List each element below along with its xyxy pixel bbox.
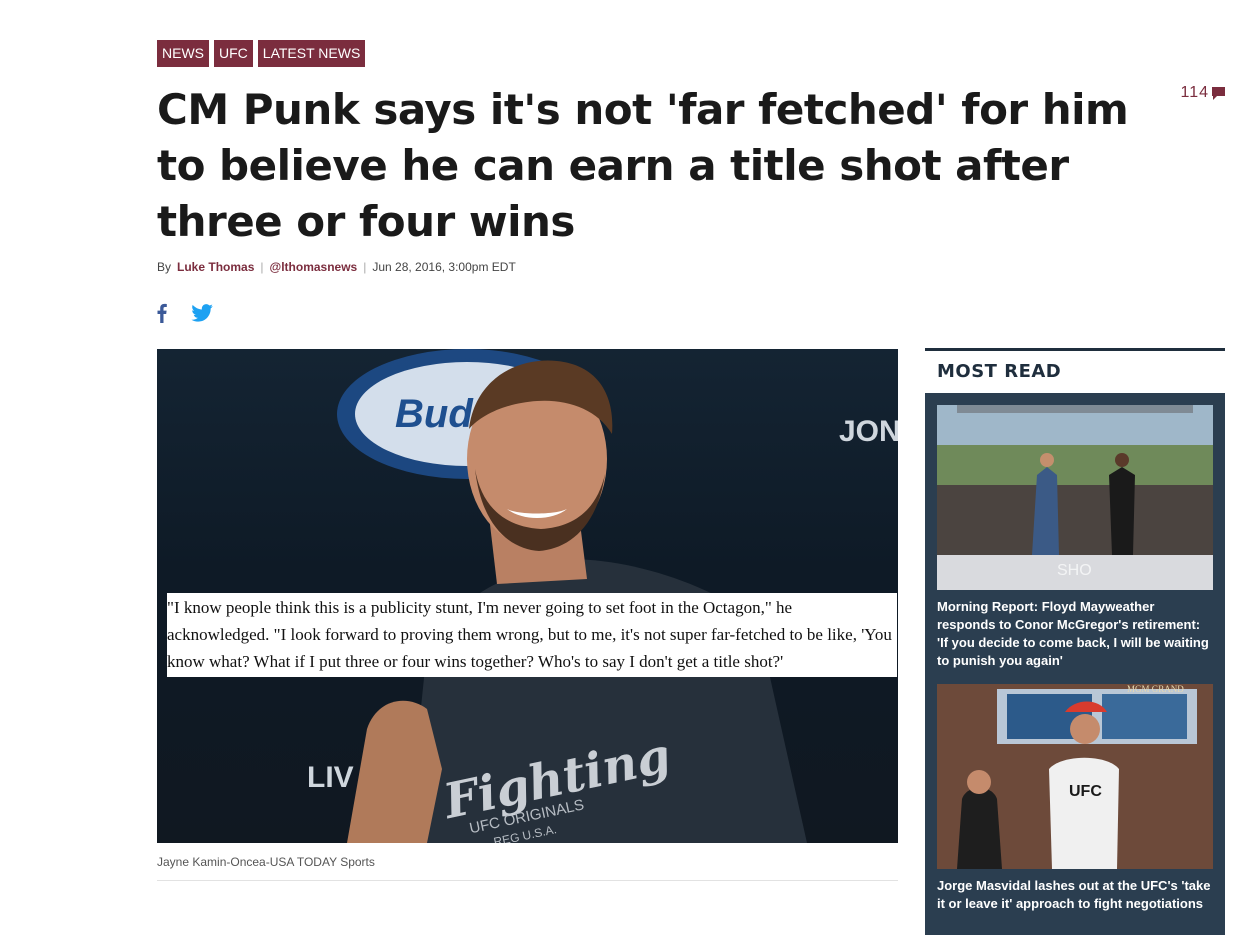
comment-count: 114 — [1180, 84, 1209, 101]
comment-bubble-icon — [1212, 86, 1225, 100]
venue-text: MGM GRAND — [1127, 684, 1184, 694]
byline: By Luke Thomas | @lthomasnews | Jun 28, … — [157, 260, 516, 274]
most-read-thumbnail: MGM GRAND UFC — [937, 684, 1213, 869]
publish-date: Jun 28, 2016, 3:00pm EDT — [372, 260, 516, 274]
facebook-icon[interactable] — [157, 303, 167, 323]
share-buttons — [157, 303, 213, 323]
author-link[interactable]: Luke Thomas — [177, 260, 254, 274]
most-read-item[interactable]: MGM GRAND UFC Jorge Masvidal lashes out … — [937, 684, 1213, 913]
article-headline: CM Punk says it's not 'far fetched' for … — [157, 85, 1129, 246]
byline-prefix: By — [157, 260, 172, 274]
byline-separator: | — [363, 260, 367, 274]
pull-quote: "I know people think this is a publicity… — [167, 593, 897, 677]
category-tags: NEWS UFC LATEST NEWS — [157, 40, 366, 67]
shirt-ufc-text: UFC — [1069, 783, 1102, 800]
most-read-list: SHO Morning Report: Floyd Mayweather res… — [925, 393, 1225, 935]
twitter-icon[interactable] — [191, 304, 213, 322]
comments-link[interactable]: 114 — [1180, 84, 1225, 102]
most-read-title: Morning Report: Floyd Mayweather respond… — [937, 599, 1209, 668]
stage-text: SHO — [1057, 562, 1092, 579]
backdrop-jon-text: JON — [839, 415, 898, 448]
most-read-heading: MOST READ — [937, 361, 1062, 382]
most-read-item[interactable]: SHO Morning Report: Floyd Mayweather res… — [937, 405, 1213, 670]
tag-news[interactable]: NEWS — [157, 40, 209, 67]
most-read-sidebar: MOST READ SHO Morning Report: Floyd Mayw… — [925, 348, 1225, 935]
caption-divider — [157, 880, 898, 881]
author-twitter-link[interactable]: @lthomasnews — [270, 260, 358, 274]
tag-latest-news[interactable]: LATEST NEWS — [257, 40, 366, 67]
photo-credit: Jayne Kamin-Oncea-USA TODAY Sports — [157, 855, 375, 869]
most-read-title: Jorge Masvidal lashes out at the UFC's '… — [937, 878, 1211, 911]
tag-ufc[interactable]: UFC — [214, 40, 253, 67]
backdrop-live-text: LIV — [307, 761, 354, 794]
most-read-thumbnail: SHO — [937, 405, 1213, 590]
byline-separator: | — [260, 260, 264, 274]
